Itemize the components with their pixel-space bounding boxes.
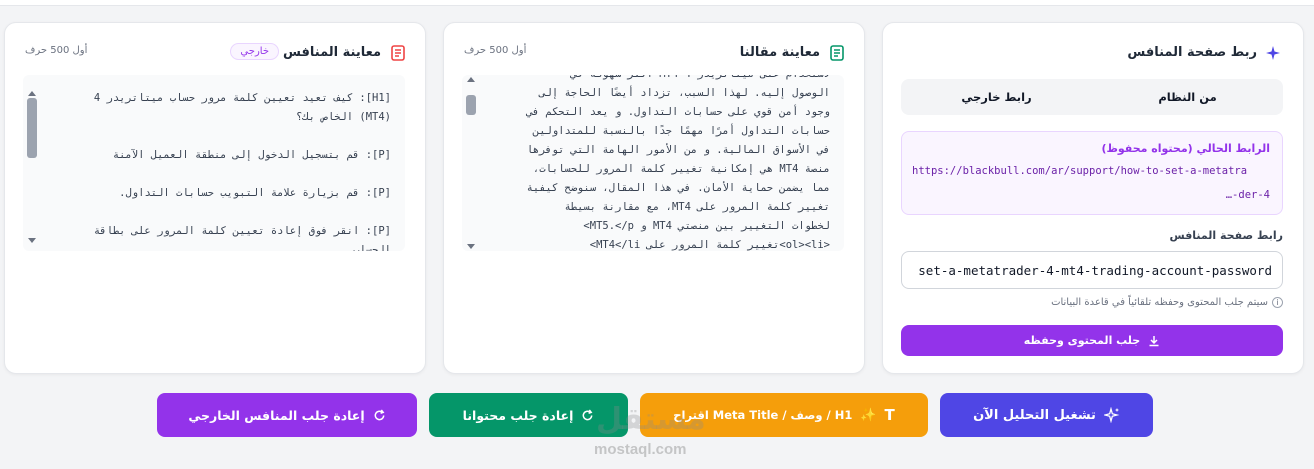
card-title: ربط صفحة المنافس	[1127, 45, 1257, 60]
competitor-url-input[interactable]: set-a-metatrader-4-mt4-trading-account-p…	[901, 251, 1283, 289]
competitor-content-box[interactable]: [H1]: كيف تعيد تعيين كلمة مرور حساب ميتا…	[23, 75, 405, 251]
suggest-meta-button[interactable]: T ✨ اقتراح Meta Title / وصف / H1	[640, 393, 928, 437]
tab-external[interactable]: رابط خارجي	[901, 79, 1092, 115]
text-icon: T	[884, 406, 895, 424]
competitor-content-text: [H1]: كيف تعيد تعيين كلمة مرور حساب ميتا…	[93, 92, 391, 251]
document-icon	[830, 45, 844, 61]
current-link-url[interactable]: https://blackbull.com/ar/support/how-to-…	[912, 165, 1272, 177]
source-tabs: من النظام رابط خارجي	[901, 79, 1283, 115]
suggest-meta-label: اقتراح Meta Title / وصف / H1	[673, 408, 853, 422]
refresh-icon	[373, 408, 386, 422]
run-analysis-button[interactable]: تشغيل التحليل الآن	[940, 393, 1153, 437]
tab-system[interactable]: من النظام	[1092, 79, 1283, 115]
card-title: معاينة المنافس	[283, 45, 381, 60]
fetch-save-label: جلب المحتوى وحفظه	[1023, 334, 1141, 347]
char-limit-hint: أول 500 حرف	[25, 45, 88, 56]
top-strip	[0, 0, 1314, 6]
refresh-icon	[581, 408, 594, 422]
external-badge: خارجي	[230, 43, 279, 60]
helper-row: سيتم جلب المحتوى وحفظه تلقائياً في قاعدة…	[1051, 297, 1283, 308]
scroll-down-arrow[interactable]	[467, 244, 475, 249]
fetch-save-button[interactable]: جلب المحتوى وحفظه	[901, 325, 1283, 356]
competitor-preview-card: معاينة المنافس خارجي أول 500 حرف [H1]: ك…	[4, 22, 426, 374]
watermark-latin: mostaql.com	[594, 441, 687, 458]
refetch-ours-label: إعادة جلب محتوانا	[462, 407, 574, 423]
sparkles-icon	[1103, 407, 1120, 423]
refetch-competitor-label: إعادة جلب المنافس الخارجي	[188, 407, 365, 423]
field-label: رابط صفحة المنافس	[1169, 229, 1283, 242]
current-link-label: الرابط الحالي (محتواه محفوظ)	[1101, 142, 1270, 155]
document-icon	[391, 45, 405, 61]
scroll-down-arrow[interactable]	[28, 238, 36, 243]
scroll-up-arrow[interactable]	[467, 77, 475, 82]
scroll-thumb[interactable]	[27, 98, 37, 158]
magic-wand-icon: ✨	[860, 407, 877, 423]
card-title: معاينة مقالنا	[739, 45, 820, 60]
competitor-link-card: ربط صفحة المنافس من النظام رابط خارجي ال…	[882, 22, 1304, 374]
our-content-box[interactable]: لاستخدام على ميتاتريدر 4 MT4 أكثر سهولة …	[462, 75, 844, 251]
our-preview-card: معاينة مقالنا أول 500 حرف لاستخدام على م…	[443, 22, 865, 374]
refetch-ours-button[interactable]: إعادة جلب محتوانا	[429, 393, 628, 437]
download-icon	[1148, 335, 1160, 347]
current-link-box: الرابط الحالي (محتواه محفوظ) https://bla…	[901, 131, 1283, 215]
helper-text: سيتم جلب المحتوى وحفظه تلقائياً في قاعدة…	[1051, 297, 1268, 308]
info-icon: i	[1272, 297, 1283, 308]
scroll-thumb[interactable]	[466, 95, 476, 115]
current-link-url-cont: …-der-4	[1225, 189, 1270, 201]
scrollbar[interactable]	[466, 75, 476, 251]
refetch-competitor-button[interactable]: إعادة جلب المنافس الخارجي	[157, 393, 417, 437]
run-analysis-label: تشغيل التحليل الآن	[973, 407, 1096, 423]
scroll-up-arrow[interactable]	[28, 91, 36, 96]
our-content-text: لاستخدام على ميتاتريدر 4 MT4 أكثر سهولة …	[526, 75, 830, 251]
char-limit-hint: أول 500 حرف	[464, 45, 527, 56]
link-sparkle-icon	[1265, 45, 1281, 61]
scrollbar[interactable]	[27, 89, 37, 245]
